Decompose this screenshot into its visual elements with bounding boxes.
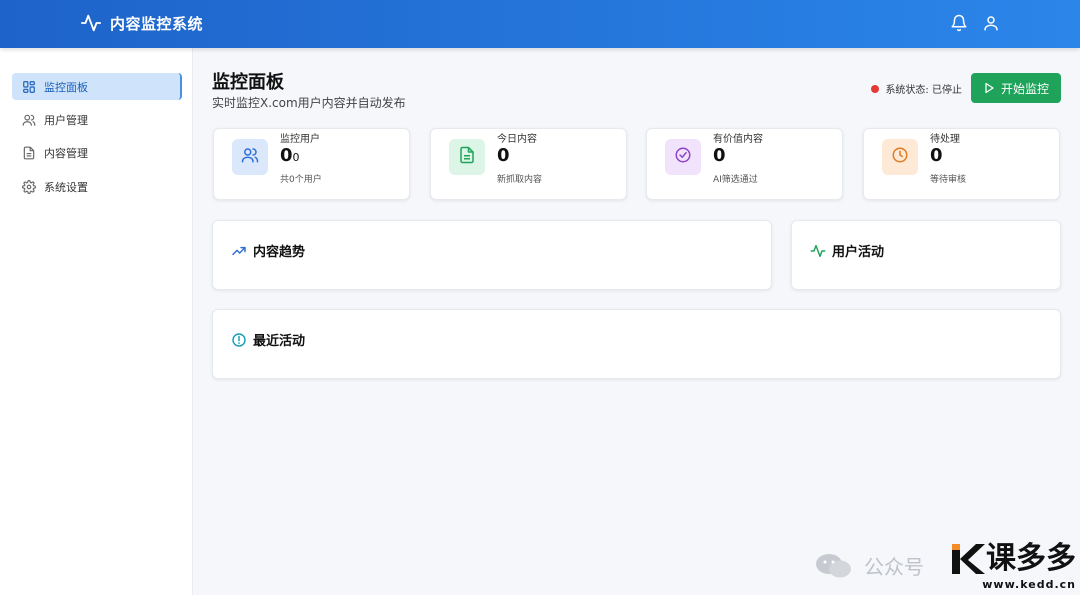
brand[interactable]: 内容监控系统 (80, 12, 203, 34)
content-trend-panel: 内容趋势 (212, 220, 772, 290)
stat-value: 0 (930, 145, 943, 166)
activity-icon (80, 12, 102, 34)
activity-icon (810, 243, 826, 259)
sidebar-item-label: 监控面板 (44, 80, 88, 94)
stat-value: 00 (280, 145, 300, 166)
main-content: 监控面板 实时监控X.com用户内容并自动发布 系统状态: 已停止 开始监控 监… (194, 48, 1080, 595)
wechat-icon (814, 551, 854, 581)
trending-up-icon (231, 243, 247, 259)
recent-activity-panel: 最近活动 (212, 309, 1061, 379)
app-title: 内容监控系统 (110, 14, 204, 33)
user-icon[interactable] (982, 14, 1000, 32)
stat-sub: 共0个用户 (280, 175, 322, 185)
watermark: 公众号 课多多 www.kedd.cn (814, 540, 1076, 591)
sidebar-item-label: 用户管理 (44, 113, 88, 127)
system-status: 系统状态: 已停止 (871, 81, 962, 96)
page-title: 监控面板 (212, 72, 284, 93)
sidebar-item-label: 系统设置 (44, 180, 88, 194)
watermark-url: www.kedd.cn (982, 578, 1076, 591)
page-subtitle: 实时监控X.com用户内容并自动发布 (212, 96, 406, 110)
watermark-text: 公众号 (864, 555, 924, 579)
users-icon (241, 146, 259, 168)
stat-card-valuable-content: 有价值内容 0 AI筛选通过 (646, 128, 843, 200)
gear-icon (22, 179, 36, 194)
clock-icon (891, 146, 909, 168)
sidebar-item-settings[interactable]: 系统设置 (12, 173, 182, 200)
file-icon (458, 146, 476, 168)
stat-icon-box (882, 139, 918, 175)
top-bar: 内容监控系统 (0, 0, 1080, 48)
info-icon (231, 332, 247, 348)
panel-title: 用户活动 (810, 241, 884, 260)
stat-value: 0 (713, 145, 726, 166)
stat-card-today-content: 今日内容 0 新抓取内容 (430, 128, 627, 200)
check-circle-icon (674, 146, 692, 168)
sidebar-item-label: 内容管理 (44, 146, 88, 160)
stat-value: 0 (497, 145, 510, 166)
user-activity-panel: 用户活动 (791, 220, 1061, 290)
stat-sub: 新抓取内容 (497, 175, 543, 185)
sidebar-item-content[interactable]: 内容管理 (12, 139, 182, 166)
panel-title: 内容趋势 (231, 241, 305, 260)
panel-title: 最近活动 (231, 330, 305, 349)
stat-icon-box (449, 139, 485, 175)
sidebar: 监控面板 用户管理 内容管理 系统设置 (0, 48, 193, 595)
stat-icon-box (232, 139, 268, 175)
stat-sub: AI筛选通过 (713, 175, 758, 185)
start-monitor-label: 开始监控 (1000, 81, 1049, 96)
file-icon (22, 146, 36, 160)
stat-card-monitored-users: 监控用户 00 共0个用户 (213, 128, 410, 200)
sidebar-item-dashboard[interactable]: 监控面板 (12, 73, 182, 100)
stat-label: 今日内容 (497, 134, 537, 145)
watermark-brand: 课多多 (986, 541, 1076, 576)
bell-icon[interactable] (950, 14, 968, 32)
dashboard-icon (22, 80, 36, 94)
stat-icon-box (665, 139, 701, 175)
stat-label: 待处理 (930, 134, 960, 145)
status-label: 系统状态: 已停止 (885, 85, 962, 96)
play-icon (983, 82, 995, 94)
users-icon (22, 113, 36, 127)
stat-value-suffix: 0 (292, 151, 300, 164)
stat-card-pending: 待处理 0 等待审核 (863, 128, 1060, 200)
stat-label: 监控用户 (280, 134, 320, 145)
status-dot (871, 84, 880, 93)
sidebar-item-users[interactable]: 用户管理 (12, 106, 182, 133)
start-monitor-button[interactable]: 开始监控 (971, 73, 1061, 103)
stat-label: 有价值内容 (713, 134, 763, 145)
stat-sub: 等待审核 (930, 175, 967, 185)
kedd-logo-icon (948, 540, 986, 578)
